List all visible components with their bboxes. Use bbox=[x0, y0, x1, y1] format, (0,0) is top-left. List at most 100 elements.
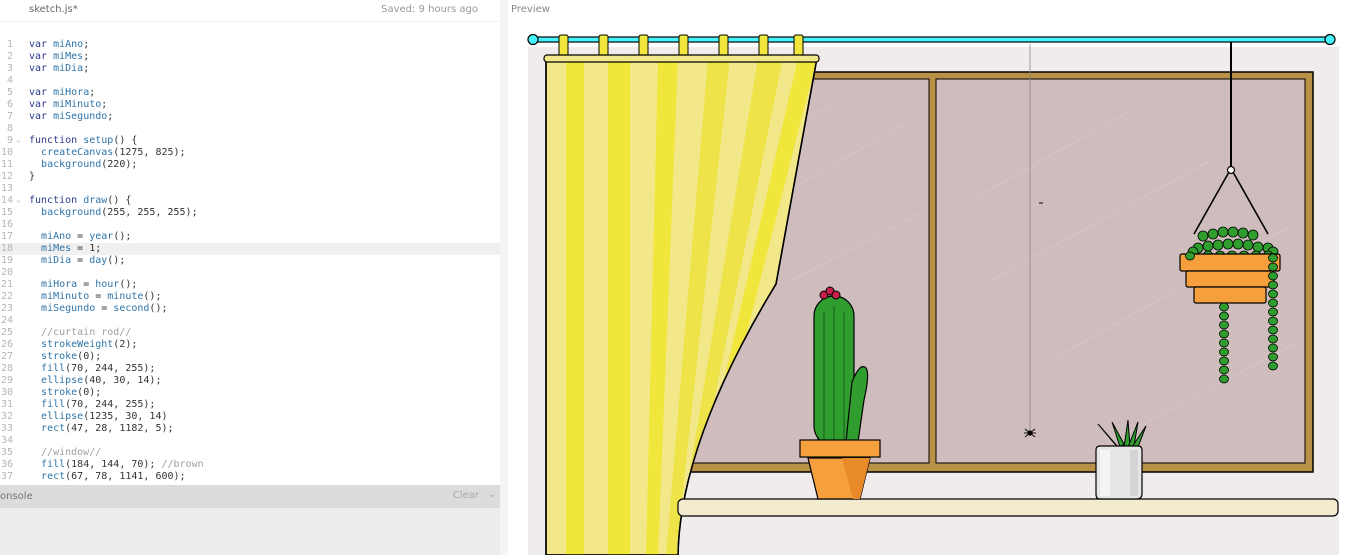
code-line[interactable]: 19 miDia = day(); bbox=[0, 255, 500, 267]
code-line[interactable]: 18 miMes = 1; bbox=[0, 243, 500, 255]
code-line[interactable]: 21 miHora = hour(); bbox=[0, 279, 500, 291]
code-line[interactable]: 31 fill(70, 244, 255); bbox=[0, 399, 500, 411]
code-text: background(255, 255, 255); bbox=[41, 207, 198, 218]
code-line[interactable]: 22 miMinuto = minute(); bbox=[0, 291, 500, 303]
line-number: 1 bbox=[6, 39, 13, 50]
code-line[interactable]: 20 bbox=[0, 267, 500, 279]
line-number: 17 bbox=[0, 231, 13, 242]
code-line[interactable]: 2 var miMes; bbox=[0, 51, 500, 63]
line-number: 33 bbox=[0, 423, 13, 434]
fold-chevron-icon[interactable]: ⌄ bbox=[16, 134, 21, 146]
code-line[interactable]: 36 fill(184, 144, 70); //brown bbox=[0, 459, 500, 471]
preview-header: Preview bbox=[508, 0, 1351, 22]
code-line[interactable]: 25 //curtain rod// bbox=[0, 327, 500, 339]
code-line[interactable]: 12} bbox=[0, 171, 500, 183]
code-line[interactable]: 7 var miSegundo; bbox=[0, 111, 500, 123]
code-text: function draw() { bbox=[29, 195, 132, 206]
code-text: fill(70, 244, 255); bbox=[41, 399, 156, 410]
code-text: rect(67, 78, 1141, 600); bbox=[41, 471, 186, 482]
code-text: //window// bbox=[29, 447, 102, 458]
rod-finial-left bbox=[527, 33, 539, 46]
code-line[interactable]: 16 bbox=[0, 219, 500, 231]
code-text: var miMes; bbox=[29, 51, 90, 62]
code-text: stroke(0); bbox=[41, 351, 102, 362]
code-text: rect(47, 28, 1182, 5); bbox=[41, 423, 174, 434]
preview-canvas[interactable] bbox=[508, 22, 1351, 555]
code-line[interactable]: 37 rect(67, 78, 1141, 600); bbox=[0, 471, 500, 483]
console-header[interactable]: onsole Clear ⌄ bbox=[0, 485, 500, 508]
sketch-canvas bbox=[527, 33, 1339, 555]
line-number: 35 bbox=[0, 447, 13, 458]
code-line[interactable]: 27 stroke(0); bbox=[0, 351, 500, 363]
code-line[interactable]: 3 var miDia; bbox=[0, 63, 500, 75]
code-text: miMinuto = minute(); bbox=[41, 291, 162, 302]
line-number: 2 bbox=[6, 51, 13, 62]
code-text: fill(184, 144, 70); //brown bbox=[41, 459, 204, 470]
line-number: 32 bbox=[0, 411, 13, 422]
code-line[interactable]: 9 ⌄ function setup() { bbox=[0, 135, 500, 147]
line-number: 25 bbox=[0, 327, 13, 338]
file-name-tab[interactable]: sketch.js* bbox=[29, 4, 78, 15]
code-line[interactable]: 13 bbox=[0, 183, 500, 195]
code-text: var miAno; bbox=[29, 39, 90, 50]
line-number: 36 bbox=[0, 459, 13, 470]
line-number: 8 bbox=[6, 123, 13, 134]
code-text: miAno = year(); bbox=[41, 231, 132, 242]
code-line[interactable]: 26 strokeWeight(2); bbox=[0, 339, 500, 351]
code-line[interactable]: 35 //window// bbox=[0, 447, 500, 459]
fold-chevron-icon[interactable]: ⌄ bbox=[16, 194, 21, 206]
line-number: 4 bbox=[6, 75, 13, 86]
code-line[interactable]: 28 fill(70, 244, 255); bbox=[0, 363, 500, 375]
code-text: ellipse(40, 30, 14); bbox=[41, 375, 162, 386]
code-line[interactable]: 11 background(220); bbox=[0, 159, 500, 171]
line-number: 12 bbox=[0, 171, 13, 182]
line-number: 34 bbox=[0, 435, 13, 446]
code-line[interactable]: 15 background(255, 255, 255); bbox=[0, 207, 500, 219]
code-line[interactable]: 23 miSegundo = second(); bbox=[0, 303, 500, 315]
console-clear-button[interactable]: Clear bbox=[453, 490, 479, 501]
code-line[interactable]: 34 bbox=[0, 435, 500, 447]
code-line[interactable]: 17 miAno = year(); bbox=[0, 231, 500, 243]
code-line[interactable]: 5 var miHora; bbox=[0, 87, 500, 99]
app-window: sketch.js* Saved: 9 hours ago 1 var miAno… bbox=[0, 0, 1351, 555]
code-line[interactable]: 10 createCanvas(1275, 825); bbox=[0, 147, 500, 159]
code-line[interactable]: 24 bbox=[0, 315, 500, 327]
code-line[interactable]: 14 ⌄ function draw() { bbox=[0, 195, 500, 207]
code-text: var miMinuto; bbox=[29, 99, 108, 110]
code-editor-pane: sketch.js* Saved: 9 hours ago 1 var miAno… bbox=[0, 0, 500, 555]
rod-finial-right bbox=[1324, 33, 1336, 46]
code-text: miSegundo = second(); bbox=[41, 303, 168, 314]
code-text: fill(70, 244, 255); bbox=[41, 363, 156, 374]
code-line[interactable]: 33 rect(47, 28, 1182, 5); bbox=[0, 423, 500, 435]
code-line[interactable]: 6 var miMinuto; bbox=[0, 99, 500, 111]
code-line[interactable]: 4 bbox=[0, 75, 500, 87]
line-number: 10 bbox=[0, 147, 13, 158]
code-line[interactable]: 32 ellipse(1235, 30, 14) bbox=[0, 411, 500, 423]
code-text: stroke(0); bbox=[41, 387, 102, 398]
line-number: 13 bbox=[0, 183, 13, 194]
code-line[interactable]: 8 bbox=[0, 123, 500, 135]
line-number: 37 bbox=[0, 471, 13, 482]
line-number: 3 bbox=[6, 63, 13, 74]
line-number: 15 bbox=[0, 207, 13, 218]
code-text: var miHora; bbox=[29, 87, 96, 98]
preview-label: Preview bbox=[511, 4, 550, 15]
code-text: ellipse(1235, 30, 14) bbox=[41, 411, 168, 422]
window-sill bbox=[677, 498, 1339, 517]
line-number: 29 bbox=[0, 375, 13, 386]
curtain-rod bbox=[534, 36, 1331, 43]
line-number: 19 bbox=[0, 255, 13, 266]
code-text: function setup() { bbox=[29, 135, 138, 146]
line-number: 20 bbox=[0, 267, 13, 278]
code-line[interactable]: 1 var miAno; bbox=[0, 39, 500, 51]
code-area[interactable]: 1 var miAno; 2 var miMes; 3 var miDia; 4 5 var m… bbox=[0, 39, 500, 485]
code-text: //curtain rod// bbox=[29, 327, 132, 338]
chevron-down-icon[interactable]: ⌄ bbox=[488, 489, 496, 500]
code-text: strokeWeight(2); bbox=[41, 339, 138, 350]
line-number: 22 bbox=[0, 291, 13, 302]
code-line[interactable]: 30 stroke(0); bbox=[0, 387, 500, 399]
pane-divider[interactable] bbox=[500, 0, 508, 555]
line-number: 30 bbox=[0, 387, 13, 398]
code-line[interactable]: 29 ellipse(40, 30, 14); bbox=[0, 375, 500, 387]
line-number: 5 bbox=[6, 87, 13, 98]
